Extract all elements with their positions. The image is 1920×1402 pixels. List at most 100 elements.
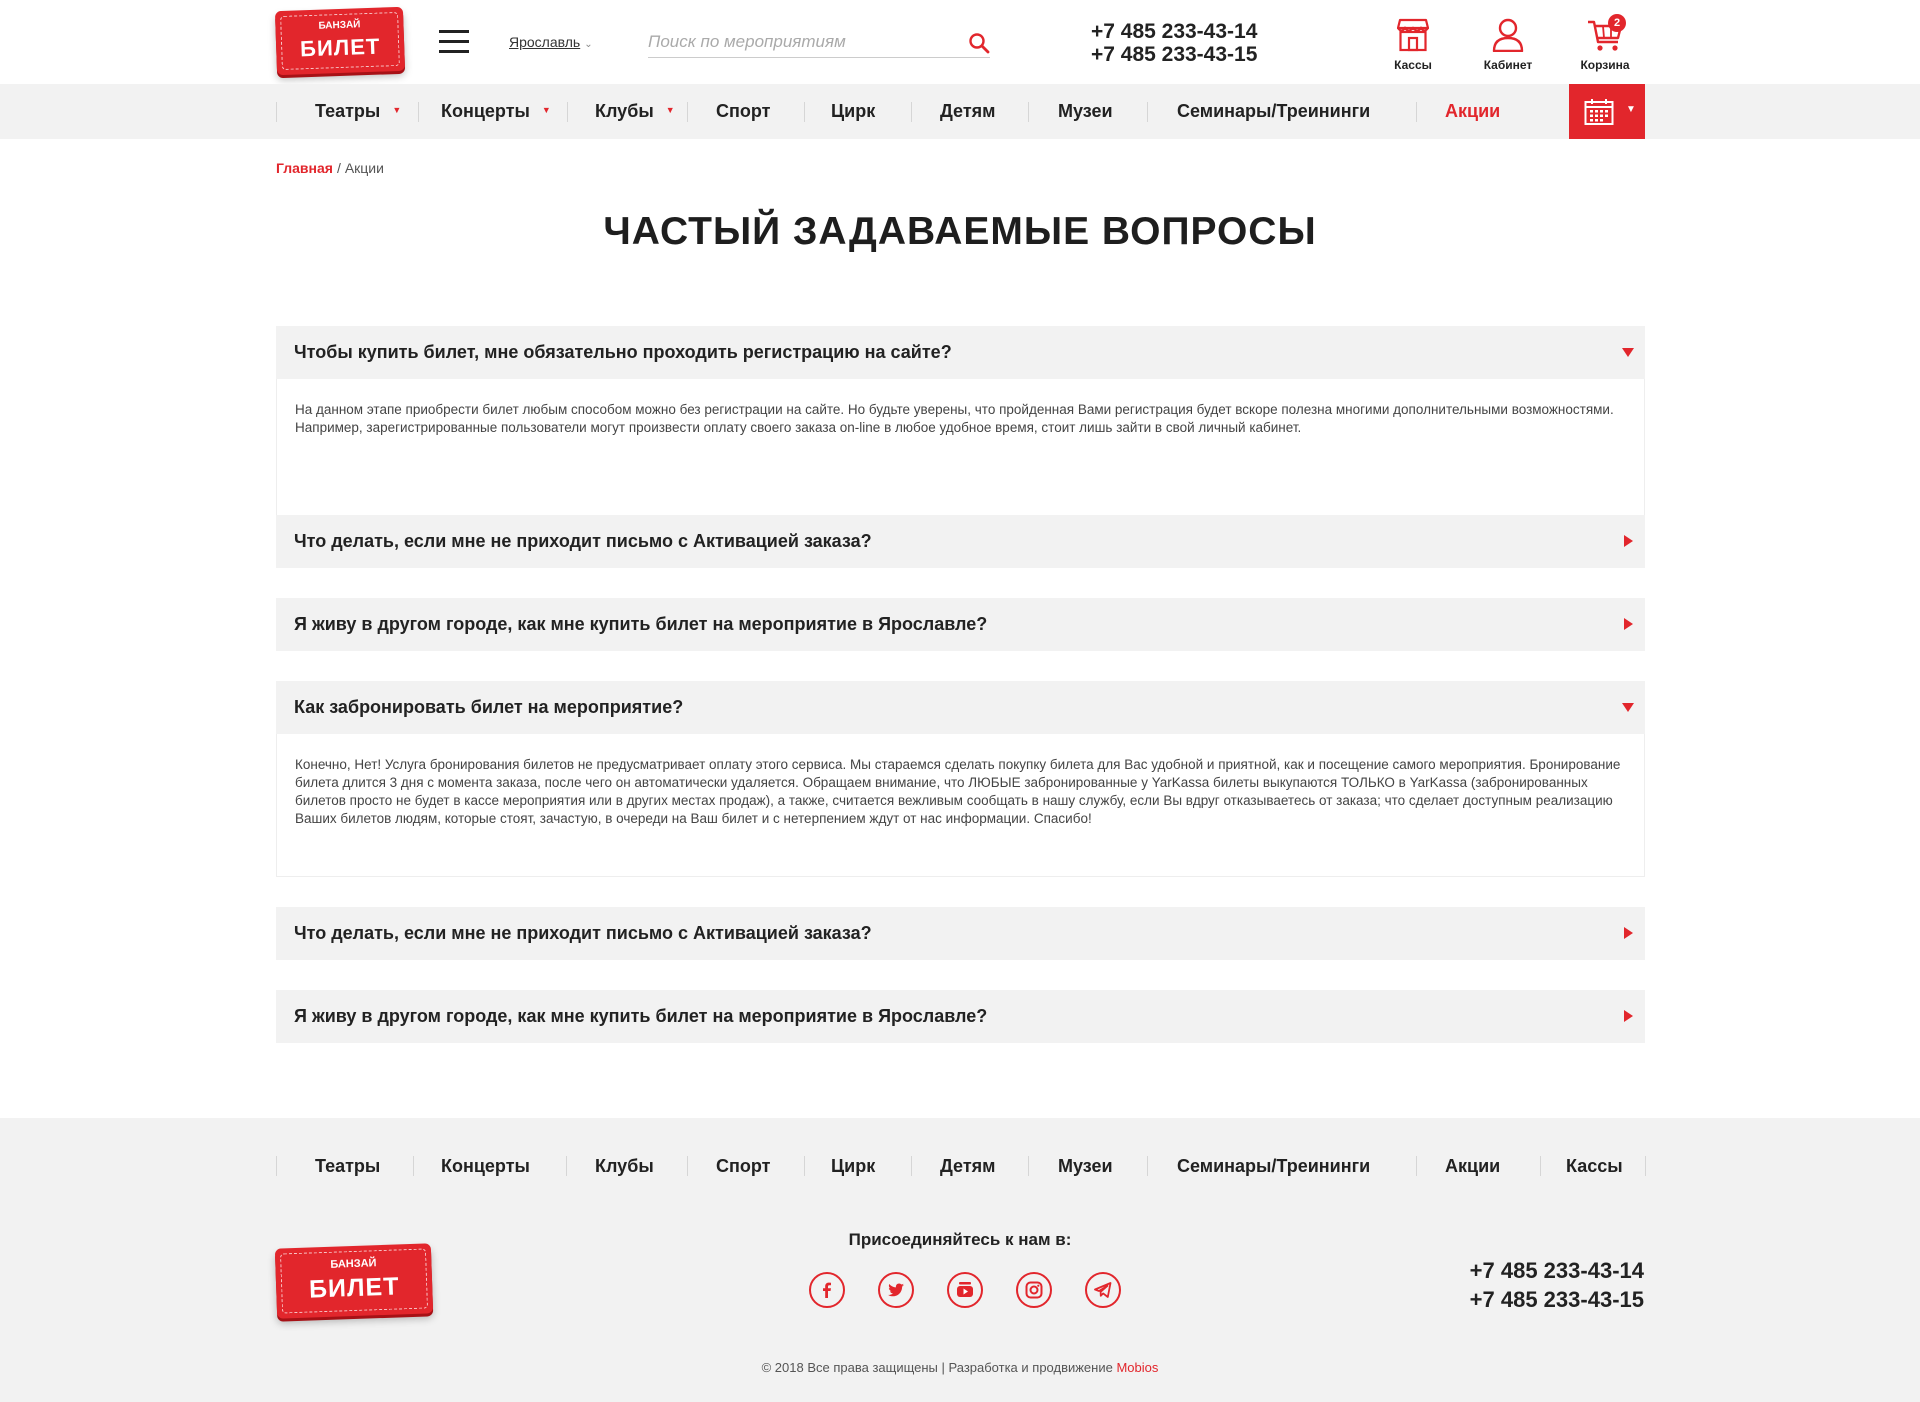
- nav-item-kluby[interactable]: Клубы ▼: [595, 84, 675, 139]
- faq-item: Я живу в другом городе, как мне купить б…: [276, 598, 1645, 651]
- faq-item: Что делать, если мне не приходит письмо …: [276, 907, 1645, 960]
- faq-question-header[interactable]: Что делать, если мне не приходит письмо …: [276, 907, 1645, 960]
- user-icon: [1492, 18, 1524, 52]
- footer-nav-sport[interactable]: Спорт: [716, 1118, 770, 1214]
- nav-separator: [1540, 1156, 1541, 1176]
- faq-question-header[interactable]: Как забронировать билет на мероприятие?: [276, 681, 1645, 734]
- calendar-icon: [1584, 99, 1614, 125]
- header-icon-label: Корзина: [1580, 58, 1630, 72]
- nav-separator: [1147, 102, 1148, 122]
- search-box: [648, 26, 990, 58]
- nav-separator: [1028, 102, 1029, 122]
- twitter-link[interactable]: [878, 1272, 914, 1308]
- footer-nav-seminary[interactable]: Семинары/Треининги: [1177, 1118, 1370, 1214]
- header-link-kabinet[interactable]: Кабинет: [1473, 18, 1543, 72]
- faq-question-header[interactable]: Я живу в другом городе, как мне купить б…: [276, 990, 1645, 1043]
- phone-number[interactable]: +7 485 233-43-14: [1091, 20, 1257, 43]
- nav-item-sport[interactable]: Спорт: [716, 84, 770, 139]
- triangle-right-icon: [1624, 535, 1633, 547]
- nav-item-label: Акции: [1445, 101, 1501, 121]
- youtube-link[interactable]: [947, 1272, 983, 1308]
- calendar-button[interactable]: ▼: [1569, 84, 1645, 139]
- caret-down-icon[interactable]: ▼: [392, 83, 401, 138]
- footer-nav-koncerty[interactable]: Концерты: [441, 1118, 530, 1214]
- triangle-right-icon: [1624, 927, 1633, 939]
- logo-ticket-shape: БАНЗАЙ БИЛЕТ: [274, 1243, 434, 1319]
- nav-separator: [687, 1156, 688, 1176]
- footer-nav-detyam[interactable]: Детям: [940, 1118, 995, 1214]
- menu-burger-button[interactable]: [439, 30, 469, 54]
- header-phones: +7 485 233-43-14 +7 485 233-43-15: [1091, 20, 1257, 66]
- footer-logo[interactable]: БАНЗАЙ БИЛЕТ: [274, 1243, 434, 1319]
- faq-answer: На данном этапе приобрести билет любым с…: [276, 379, 1645, 537]
- nav-item-akcii[interactable]: Акции: [1445, 84, 1500, 139]
- search-input[interactable]: [648, 30, 948, 54]
- caret-down-icon[interactable]: ▼: [542, 83, 551, 138]
- triangle-right-icon: [1624, 618, 1633, 630]
- footer-nav-muzei[interactable]: Музеи: [1058, 1118, 1113, 1214]
- instagram-link[interactable]: [1016, 1272, 1052, 1308]
- header-icon-label: Кассы: [1394, 58, 1432, 72]
- telegram-link[interactable]: [1085, 1272, 1121, 1308]
- nav-separator: [1147, 1156, 1148, 1176]
- nav-item-seminary[interactable]: Семинары/Треининги: [1177, 84, 1370, 139]
- nav-item-detyam[interactable]: Детям: [940, 84, 995, 139]
- faq-question-text: Что делать, если мне не приходит письмо …: [294, 923, 872, 943]
- faq-question-text: Я живу в другом городе, как мне купить б…: [294, 614, 988, 634]
- chevron-down-icon: ⌄: [584, 39, 593, 50]
- social-join-label: Присоединяйтесь к нам в:: [848, 1230, 1072, 1249]
- nav-item-label: Клубы: [595, 101, 654, 121]
- nav-separator: [1416, 102, 1417, 122]
- faq-question-header[interactable]: Я живу в другом городе, как мне купить б…: [276, 598, 1645, 651]
- nav-item-koncerty[interactable]: Концерты ▼: [441, 84, 551, 139]
- breadcrumb-home-link[interactable]: Главная: [276, 160, 333, 176]
- phone-number[interactable]: +7 485 233-43-14: [1470, 1256, 1644, 1285]
- phone-number[interactable]: +7 485 233-43-15: [1470, 1285, 1644, 1314]
- footer-nav-akcii[interactable]: Акции: [1445, 1118, 1500, 1214]
- city-selector[interactable]: Ярославль ⌄: [509, 34, 593, 50]
- nav-separator: [687, 102, 688, 122]
- city-name: Ярославль: [509, 34, 581, 50]
- developer-link[interactable]: Mobios: [1116, 1360, 1158, 1375]
- breadcrumb-current: Акции: [344, 160, 384, 176]
- nav-separator: [911, 102, 912, 122]
- faq-question-header[interactable]: Что делать, если мне не приходит письмо …: [276, 515, 1645, 568]
- nav-separator: [1645, 1156, 1646, 1176]
- header-link-kassy[interactable]: Кассы: [1378, 18, 1448, 72]
- header-link-korzina[interactable]: 2 Корзина: [1570, 14, 1640, 72]
- breadcrumb-separator: /: [336, 160, 341, 176]
- nav-separator: [418, 102, 419, 122]
- search-icon[interactable]: [968, 32, 990, 54]
- logo-ticket-shape: БАНЗАЙ БИЛЕТ: [274, 6, 406, 76]
- nav-separator: [567, 102, 568, 122]
- nav-item-muzei[interactable]: Музеи: [1058, 84, 1113, 139]
- footer-phones: +7 485 233-43-14 +7 485 233-43-15: [1470, 1256, 1644, 1314]
- nav-separator: [1028, 1156, 1029, 1176]
- footer-nav-teatry[interactable]: Театры: [315, 1118, 380, 1214]
- nav-item-teatry[interactable]: Театры ▼: [315, 84, 401, 139]
- nav-item-cirk[interactable]: Цирк: [831, 84, 875, 139]
- site-header: БАНЗАЙ БИЛЕТ Ярославль⌄ +7 485 233-43-14…: [0, 0, 1920, 84]
- facebook-link[interactable]: [809, 1272, 845, 1308]
- facebook-icon: [823, 1282, 831, 1298]
- logo[interactable]: БАНЗАЙ БИЛЕТ: [274, 6, 406, 76]
- page: БАНЗАЙ БИЛЕТ Ярославль⌄ +7 485 233-43-14…: [0, 0, 1920, 1402]
- faq-item: Я живу в другом городе, как мне купить б…: [276, 990, 1645, 1043]
- nav-item-label: Концерты: [441, 101, 530, 121]
- copyright: © 2018 Все права защищены | Разработка и…: [0, 1360, 1920, 1375]
- footer-nav-kluby[interactable]: Клубы: [595, 1118, 654, 1214]
- site-footer: Театры Концерты Клубы Спорт Цирк Детям М…: [0, 1118, 1920, 1402]
- phone-number[interactable]: +7 485 233-43-15: [1091, 43, 1257, 66]
- triangle-down-icon: [1622, 348, 1634, 357]
- nav-separator: [276, 102, 277, 122]
- caret-down-icon[interactable]: ▼: [666, 83, 675, 138]
- faq-question-text: Я живу в другом городе, как мне купить б…: [294, 1006, 988, 1026]
- faq-answer: Конечно, Нет! Услуга бронирования билето…: [276, 734, 1645, 877]
- caret-down-icon: ▼: [1626, 104, 1636, 115]
- faq-question-header[interactable]: Чтобы купить билет, мне обязательно прох…: [276, 326, 1645, 379]
- nav-item-label: Спорт: [716, 101, 771, 121]
- footer-nav-cirk[interactable]: Цирк: [831, 1118, 875, 1214]
- page-title: ЧАСТЫЙ ЗАДАВАЕМЫЕ ВОПРОСЫ: [603, 210, 1317, 253]
- footer-nav-kassy[interactable]: Кассы: [1566, 1118, 1623, 1214]
- nav-separator: [804, 102, 805, 122]
